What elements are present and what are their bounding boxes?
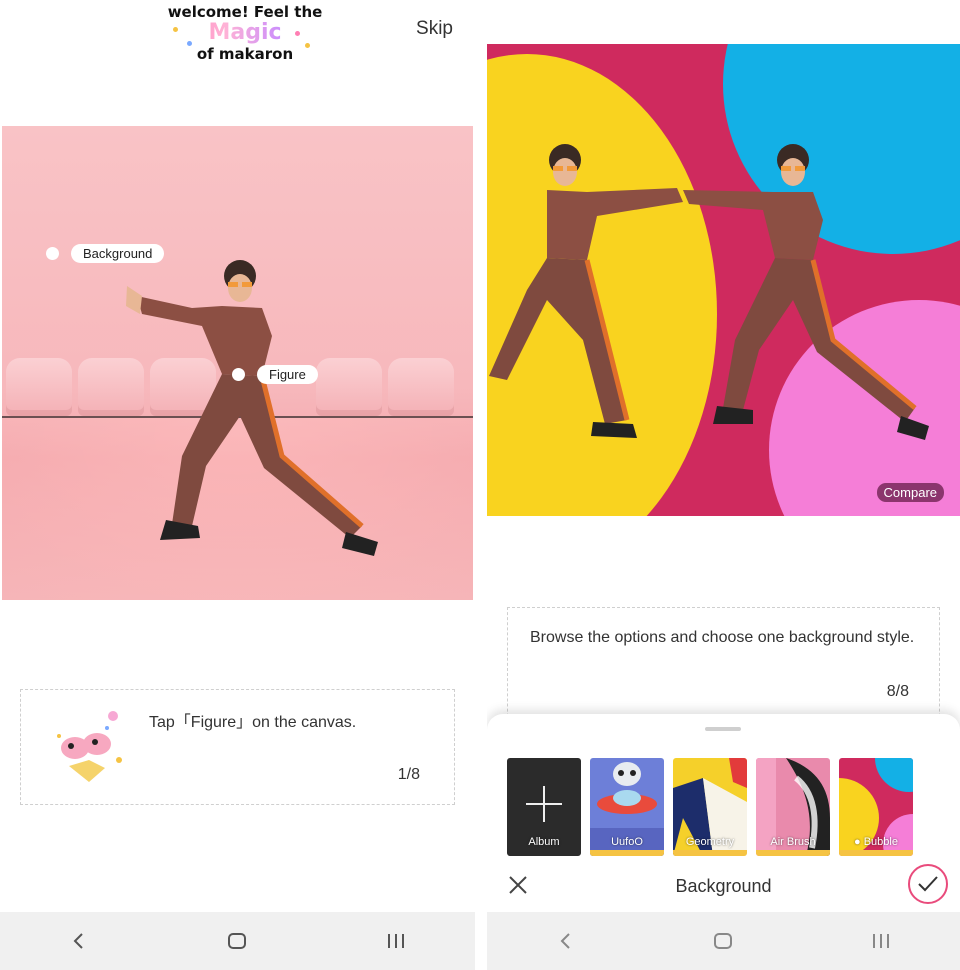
hint-page-counter: 8/8	[886, 683, 909, 700]
skip-button[interactable]: Skip	[416, 18, 453, 40]
left-screen: welcome! Feel the Magic of makaron Skip	[0, 0, 475, 970]
check-icon	[918, 876, 938, 892]
recents-icon[interactable]	[851, 921, 911, 961]
figure-person	[683, 144, 929, 440]
selected-dot-icon: ●	[854, 836, 864, 848]
home-icon[interactable]	[693, 921, 753, 961]
thumb-label: UufoO	[611, 836, 643, 848]
figure-tag[interactable]: Figure	[232, 365, 318, 384]
thumb-album[interactable]: Album	[507, 758, 581, 856]
welcome-line-2: Magic	[145, 21, 345, 45]
photo-canvas[interactable]: Compare	[487, 44, 960, 516]
hint-text: Browse the options and choose one backgr…	[530, 629, 915, 646]
system-nav-bar	[487, 912, 960, 970]
welcome-line-1: welcome! Feel the	[167, 3, 323, 21]
figure-person[interactable]	[122, 256, 392, 566]
chair	[388, 358, 454, 416]
thumb-label: Album	[528, 836, 560, 848]
home-icon[interactable]	[207, 921, 267, 961]
thumb-label: ● Bubble	[839, 836, 913, 848]
thumb-bar	[839, 850, 913, 856]
sparkle-icon	[187, 41, 192, 46]
background-style-list: Album UufoO Geometry Air Brush ● Bubble	[507, 758, 913, 856]
hint-text: Tap「Figure」on the canvas.	[149, 714, 357, 731]
plus-icon	[526, 786, 562, 822]
tag-dot	[232, 368, 245, 381]
thumb-geometry[interactable]: Geometry	[673, 758, 747, 856]
welcome-logo: welcome! Feel the Magic of makaron	[145, 3, 345, 63]
sheet-footer: Background	[487, 864, 960, 910]
compare-button[interactable]: Compare	[876, 483, 944, 502]
figure-tag-label: Figure	[257, 365, 318, 384]
background-tag-label: Background	[71, 244, 165, 263]
hint-card: Tap「Figure」on the canvas. 1/8	[20, 689, 455, 805]
thumb-label: Air Brush	[770, 836, 816, 848]
sparkle-icon	[295, 31, 300, 36]
thumb-bar	[590, 850, 664, 856]
sparkle-icon	[173, 27, 178, 32]
thumb-bar	[673, 850, 747, 856]
thumb-bubble[interactable]: ● Bubble	[839, 758, 913, 856]
welcome-line-3: of makaron	[196, 45, 294, 63]
confirm-button[interactable]	[908, 864, 948, 904]
chair	[6, 358, 72, 416]
tag-dot	[46, 247, 59, 260]
drag-handle[interactable]	[705, 727, 741, 731]
sheet-title: Background	[675, 876, 772, 896]
back-icon[interactable]	[536, 921, 596, 961]
thumb-label-text: Bubble	[863, 836, 898, 848]
thumb-bar	[756, 850, 830, 856]
thumb-label: Geometry	[685, 836, 735, 848]
recents-icon[interactable]	[366, 921, 426, 961]
background-tag[interactable]: Background	[46, 244, 165, 263]
back-icon[interactable]	[49, 921, 109, 961]
sparkle-icon	[305, 43, 310, 48]
right-screen: Compare Browse the options and choose on…	[487, 0, 960, 970]
hint-page-counter: 1/8	[397, 766, 420, 783]
mascot-icon	[57, 711, 122, 782]
thumb-air-brush[interactable]: Air Brush	[756, 758, 830, 856]
photo-canvas[interactable]: Background Figure	[2, 126, 473, 600]
figure-person	[489, 144, 683, 438]
system-nav-bar	[0, 912, 475, 970]
background-sheet: Album UufoO Geometry Air Brush ● Bubble …	[487, 714, 960, 914]
thumb-uufoo[interactable]: UufoO	[590, 758, 664, 856]
